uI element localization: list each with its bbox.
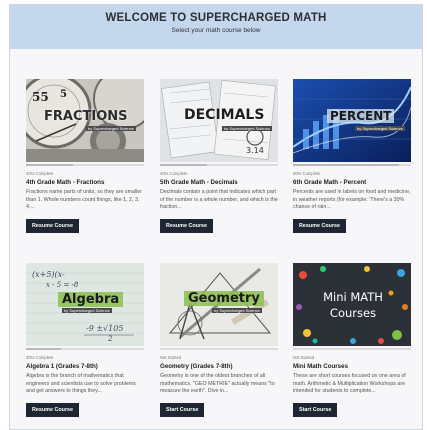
course-desc-algebra: Algebra is the branch of mathematics tha…	[26, 373, 136, 395]
status-text-algebra: 30% Complete	[26, 355, 54, 360]
progress-bar-percent	[293, 164, 411, 166]
course-title-mini-math[interactable]: Mini Math Courses	[293, 363, 411, 370]
progress-bar-geometry	[160, 348, 278, 350]
course-thumbnail-percent[interactable]: PERCENT by Supercharged Science	[293, 79, 411, 162]
svg-text:3.14: 3.14	[246, 146, 264, 155]
thumb-subtitle-decimals: by Supercharged Science	[222, 126, 272, 131]
start-course-button-mini-math[interactable]: Start Course	[293, 403, 338, 417]
course-desc-decimals: Decimals contain a point that indicates …	[160, 189, 278, 211]
svg-text:55: 55	[32, 90, 49, 104]
thumb-subtitle-geometry: by Supercharged Science	[212, 308, 262, 313]
thumb-title-fractions: FRACTIONS	[44, 109, 128, 124]
course-card-algebra[interactable]: (x+5)(x- x - 5 = -8 -9 ±√105 2 Algebra b…	[26, 263, 144, 417]
course-desc-geometry: Geometry is one of the oldest branches o…	[160, 373, 275, 395]
thumb-title-percent: PERCENT	[327, 109, 395, 123]
thumb-title-decimals: DECIMALS	[184, 107, 265, 123]
resume-course-button-fractions[interactable]: Resume Course	[26, 219, 80, 233]
resume-course-button-percent[interactable]: Resume Course	[293, 219, 347, 233]
course-thumbnail-fractions[interactable]: 55 5 FRACTIONS by Supercharged Science	[26, 79, 144, 162]
status-text-fractions: 40% Complete	[26, 171, 54, 176]
course-desc-percent: Percents are used in labels on food and …	[293, 189, 411, 211]
thumb-title-mini-math: Mini MATH Courses	[323, 290, 383, 320]
course-card-mini-math[interactable]: Mini MATH Courses Not Started Mini Math …	[293, 263, 411, 417]
thumb-subtitle-percent: by Supercharged Science	[355, 126, 405, 131]
resume-course-button-algebra[interactable]: Resume Course	[26, 403, 80, 417]
status-text-decimals: 40% Complete	[160, 171, 188, 176]
course-thumbnail-algebra[interactable]: (x+5)(x- x - 5 = -8 -9 ±√105 2 Algebra b…	[26, 263, 144, 346]
svg-text:-9 ±√105: -9 ±√105	[86, 324, 123, 333]
page-subtitle: Select your math course below	[171, 27, 261, 34]
start-course-button-geometry[interactable]: Start Course	[160, 403, 205, 417]
course-title-percent[interactable]: 6th Grade Math - Percent	[293, 179, 411, 186]
svg-text:5: 5	[60, 89, 67, 100]
svg-text:x - 5 = -8: x - 5 = -8	[46, 281, 79, 289]
page-header: WELCOME TO SUPERCHARGED MATH Select your…	[10, 5, 422, 49]
thumb-subtitle-algebra: by Supercharged Science	[62, 308, 112, 313]
course-thumbnail-mini-math[interactable]: Mini MATH Courses	[293, 263, 411, 346]
course-thumbnail-geometry[interactable]: Geometry by Supercharged Science	[160, 263, 278, 346]
svg-text:(x+5)(x-: (x+5)(x-	[32, 270, 65, 279]
progress-bar-fractions	[26, 164, 144, 166]
thumb-title-geometry: Geometry	[184, 291, 264, 306]
course-card-decimals[interactable]: 3.14 DECIMALS by Supercharged Science 40…	[160, 79, 278, 233]
course-card-fractions[interactable]: 55 5 FRACTIONS by Supercharged Science 4…	[26, 79, 144, 233]
progress-bar-algebra	[26, 348, 144, 350]
page-frame: WELCOME TO SUPERCHARGED MATH Select your…	[9, 4, 423, 430]
course-title-geometry[interactable]: Geometry (Grades 7-8th)	[160, 363, 278, 370]
status-text-mini-math: Not Started	[293, 355, 315, 360]
course-card-geometry[interactable]: Geometry by Supercharged Science Not Sta…	[160, 263, 278, 417]
progress-bar-decimals	[160, 164, 278, 166]
progress-bar-mini-math	[293, 348, 411, 350]
course-desc-mini-math: These are short courses focused on one a…	[293, 373, 406, 395]
resume-course-button-decimals[interactable]: Resume Course	[160, 219, 214, 233]
status-text-geometry: Not Started	[160, 355, 182, 360]
thumb-subtitle-fractions: by Supercharged Science	[86, 126, 136, 131]
svg-text:2: 2	[107, 335, 113, 343]
course-title-decimals[interactable]: 5th Grade Math - Decimals	[160, 179, 278, 186]
course-title-fractions[interactable]: 4th Grade Math - Fractions	[26, 179, 144, 186]
thumb-title-algebra: Algebra	[58, 292, 124, 307]
status-text-percent: 90% Complete	[293, 171, 321, 176]
course-thumbnail-decimals[interactable]: 3.14 DECIMALS by Supercharged Science	[160, 79, 278, 162]
page-title: WELCOME TO SUPERCHARGED MATH	[105, 12, 327, 24]
course-card-percent[interactable]: PERCENT by Supercharged Science 90% Comp…	[293, 79, 411, 233]
course-title-algebra[interactable]: Algebra 1 (Grades 7-8th)	[26, 363, 144, 370]
course-desc-fractions: Fractions name parts of units, so they a…	[26, 189, 142, 211]
